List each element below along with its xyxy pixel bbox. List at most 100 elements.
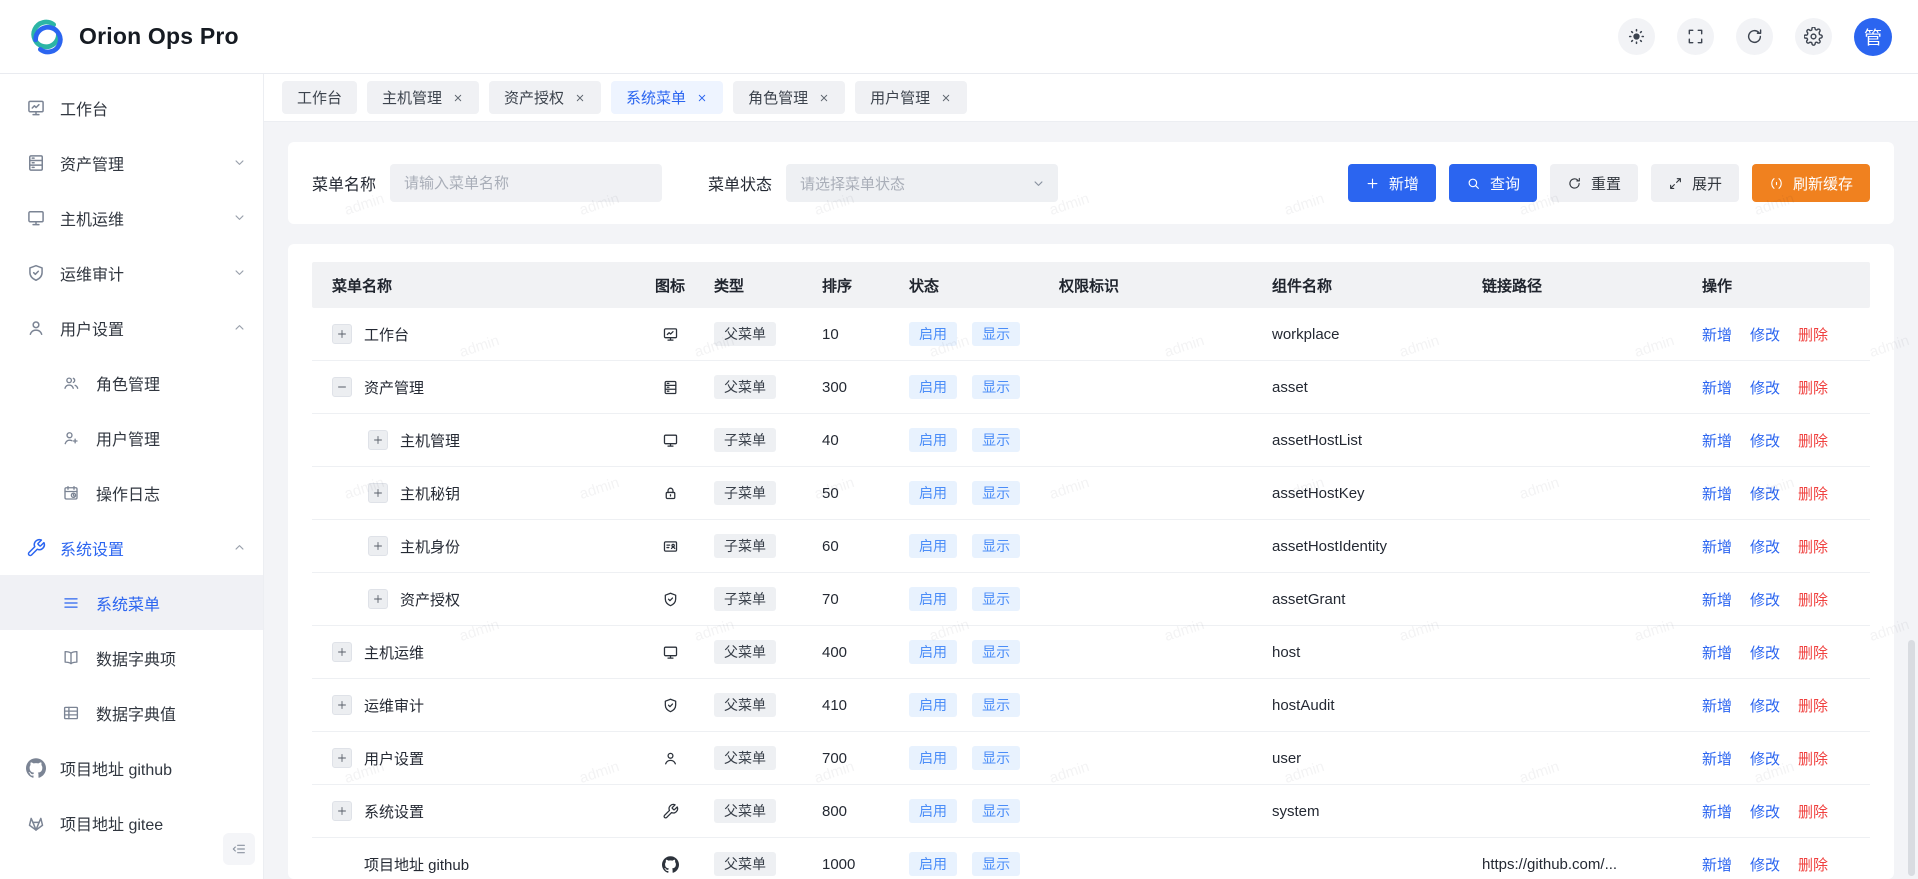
expand-row-button[interactable] — [368, 430, 388, 450]
row-action-add[interactable]: 新增 — [1702, 589, 1732, 610]
row-action-edit[interactable]: 修改 — [1750, 695, 1780, 716]
row-action-edit[interactable]: 修改 — [1750, 377, 1780, 398]
tab-4[interactable]: 角色管理 — [733, 81, 845, 114]
expand-row-button[interactable] — [332, 695, 352, 715]
theme-icon-button[interactable] — [1618, 18, 1655, 55]
sidebar-item-7[interactable]: 操作日志 — [0, 465, 263, 520]
row-action-add[interactable]: 新增 — [1702, 642, 1732, 663]
refresh-cache-button-4[interactable]: 刷新缓存 — [1752, 164, 1870, 202]
expand-row-button[interactable] — [368, 483, 388, 503]
row-action-add[interactable]: 新增 — [1702, 536, 1732, 557]
user-avatar[interactable]: 管 — [1854, 18, 1892, 56]
row-actions-cell: 新增修改删除 — [1688, 642, 1870, 663]
close-icon[interactable] — [818, 92, 830, 104]
row-action-add[interactable]: 新增 — [1702, 801, 1732, 822]
sidebar-item-2[interactable]: 主机运维 — [0, 190, 263, 245]
sidebar-item-4[interactable]: 用户设置 — [0, 300, 263, 355]
menu-name-cell: 资产授权 — [312, 589, 640, 610]
row-action-edit[interactable]: 修改 — [1750, 854, 1780, 875]
tab-3[interactable]: 系统菜单 — [611, 81, 723, 114]
collapse-row-button[interactable] — [332, 377, 352, 397]
status-cell: 启用 显示 — [895, 587, 1045, 612]
expand-row-button[interactable] — [332, 642, 352, 662]
row-action-delete[interactable]: 删除 — [1798, 430, 1828, 451]
row-action-edit[interactable]: 修改 — [1750, 642, 1780, 663]
sidebar-item-0[interactable]: 工作台 — [0, 80, 263, 135]
row-action-delete[interactable]: 删除 — [1798, 695, 1828, 716]
sidebar-item-1[interactable]: 资产管理 — [0, 135, 263, 190]
sidebar-item-10[interactable]: 数据字典项 — [0, 630, 263, 685]
row-action-delete[interactable]: 删除 — [1798, 324, 1828, 345]
tab-label: 主机管理 — [382, 87, 442, 108]
sidebar-item-8[interactable]: 系统设置 — [0, 520, 263, 575]
fullscreen-icon-button[interactable] — [1677, 18, 1714, 55]
row-action-add[interactable]: 新增 — [1702, 695, 1732, 716]
tab-1[interactable]: 主机管理 — [367, 81, 479, 114]
expand-row-button[interactable] — [332, 801, 352, 821]
row-action-edit[interactable]: 修改 — [1750, 483, 1780, 504]
row-action-edit[interactable]: 修改 — [1750, 324, 1780, 345]
menu-name-input[interactable] — [390, 164, 662, 202]
settings-icon-button[interactable] — [1795, 18, 1832, 55]
sidebar-item-11[interactable]: 数据字典值 — [0, 685, 263, 740]
menu-name-cell: 主机管理 — [312, 430, 640, 451]
row-action-add[interactable]: 新增 — [1702, 377, 1732, 398]
row-action-delete[interactable]: 删除 — [1798, 483, 1828, 504]
expand-row-button[interactable] — [332, 748, 352, 768]
row-action-delete[interactable]: 删除 — [1798, 801, 1828, 822]
row-action-delete[interactable]: 删除 — [1798, 854, 1828, 875]
row-action-add[interactable]: 新增 — [1702, 748, 1732, 769]
sidebar-item-label: 用户管理 — [96, 426, 160, 450]
row-action-delete[interactable]: 删除 — [1798, 748, 1828, 769]
page-scrollbar[interactable] — [1908, 640, 1915, 876]
row-action-add[interactable]: 新增 — [1702, 483, 1732, 504]
reload-icon-button[interactable] — [1736, 18, 1773, 55]
sidebar-collapse-button[interactable] — [223, 833, 255, 865]
visible-tag: 显示 — [972, 428, 1020, 453]
button-label: 刷新缓存 — [1793, 173, 1853, 194]
row-action-edit[interactable]: 修改 — [1750, 430, 1780, 451]
enabled-tag: 启用 — [909, 693, 957, 718]
row-action-delete[interactable]: 删除 — [1798, 642, 1828, 663]
toolbar-button-3[interactable]: 展开 — [1651, 164, 1739, 202]
row-action-edit[interactable]: 修改 — [1750, 801, 1780, 822]
tab-5[interactable]: 用户管理 — [855, 81, 967, 114]
row-action-add[interactable]: 新增 — [1702, 854, 1732, 875]
toolbar-button-2[interactable]: 重置 — [1550, 164, 1638, 202]
close-icon[interactable] — [574, 92, 586, 104]
sidebar-item-5[interactable]: 角色管理 — [0, 355, 263, 410]
tab-0[interactable]: 工作台 — [282, 81, 357, 114]
expand-row-button[interactable] — [368, 536, 388, 556]
top-bar: Orion Ops Pro 管 — [0, 0, 1918, 74]
asset-icon — [640, 379, 700, 396]
sidebar-item-6[interactable]: 用户管理 — [0, 410, 263, 465]
row-action-delete[interactable]: 删除 — [1798, 536, 1828, 557]
close-icon[interactable] — [452, 92, 464, 104]
row-action-add[interactable]: 新增 — [1702, 430, 1732, 451]
menu-name: 工作台 — [364, 324, 409, 345]
close-icon[interactable] — [696, 92, 708, 104]
menu-status-select[interactable]: 请选择菜单状态 — [786, 164, 1058, 202]
expand-row-button[interactable] — [332, 324, 352, 344]
expand-row-button[interactable] — [368, 589, 388, 609]
sidebar-item-12[interactable]: 项目地址 github — [0, 740, 263, 795]
host-icon — [640, 644, 700, 661]
menu-type-cell: 父菜单 — [700, 640, 808, 665]
idcard-icon — [640, 538, 700, 555]
row-action-edit[interactable]: 修改 — [1750, 536, 1780, 557]
row-action-delete[interactable]: 删除 — [1798, 589, 1828, 610]
toolbar-button-0[interactable]: 新增 — [1348, 164, 1436, 202]
row-action-add[interactable]: 新增 — [1702, 324, 1732, 345]
column-header-6: 组件名称 — [1258, 275, 1468, 296]
sidebar-item-9[interactable]: 系统菜单 — [0, 575, 263, 630]
tab-2[interactable]: 资产授权 — [489, 81, 601, 114]
row-action-edit[interactable]: 修改 — [1750, 748, 1780, 769]
sidebar-item-3[interactable]: 运维审计 — [0, 245, 263, 300]
row-action-edit[interactable]: 修改 — [1750, 589, 1780, 610]
close-icon[interactable] — [940, 92, 952, 104]
sidebar-item-label: 操作日志 — [96, 481, 160, 505]
enabled-tag: 启用 — [909, 852, 957, 877]
row-action-delete[interactable]: 删除 — [1798, 377, 1828, 398]
toolbar-button-1[interactable]: 查询 — [1449, 164, 1537, 202]
sidebar-item-label: 系统菜单 — [96, 591, 160, 615]
